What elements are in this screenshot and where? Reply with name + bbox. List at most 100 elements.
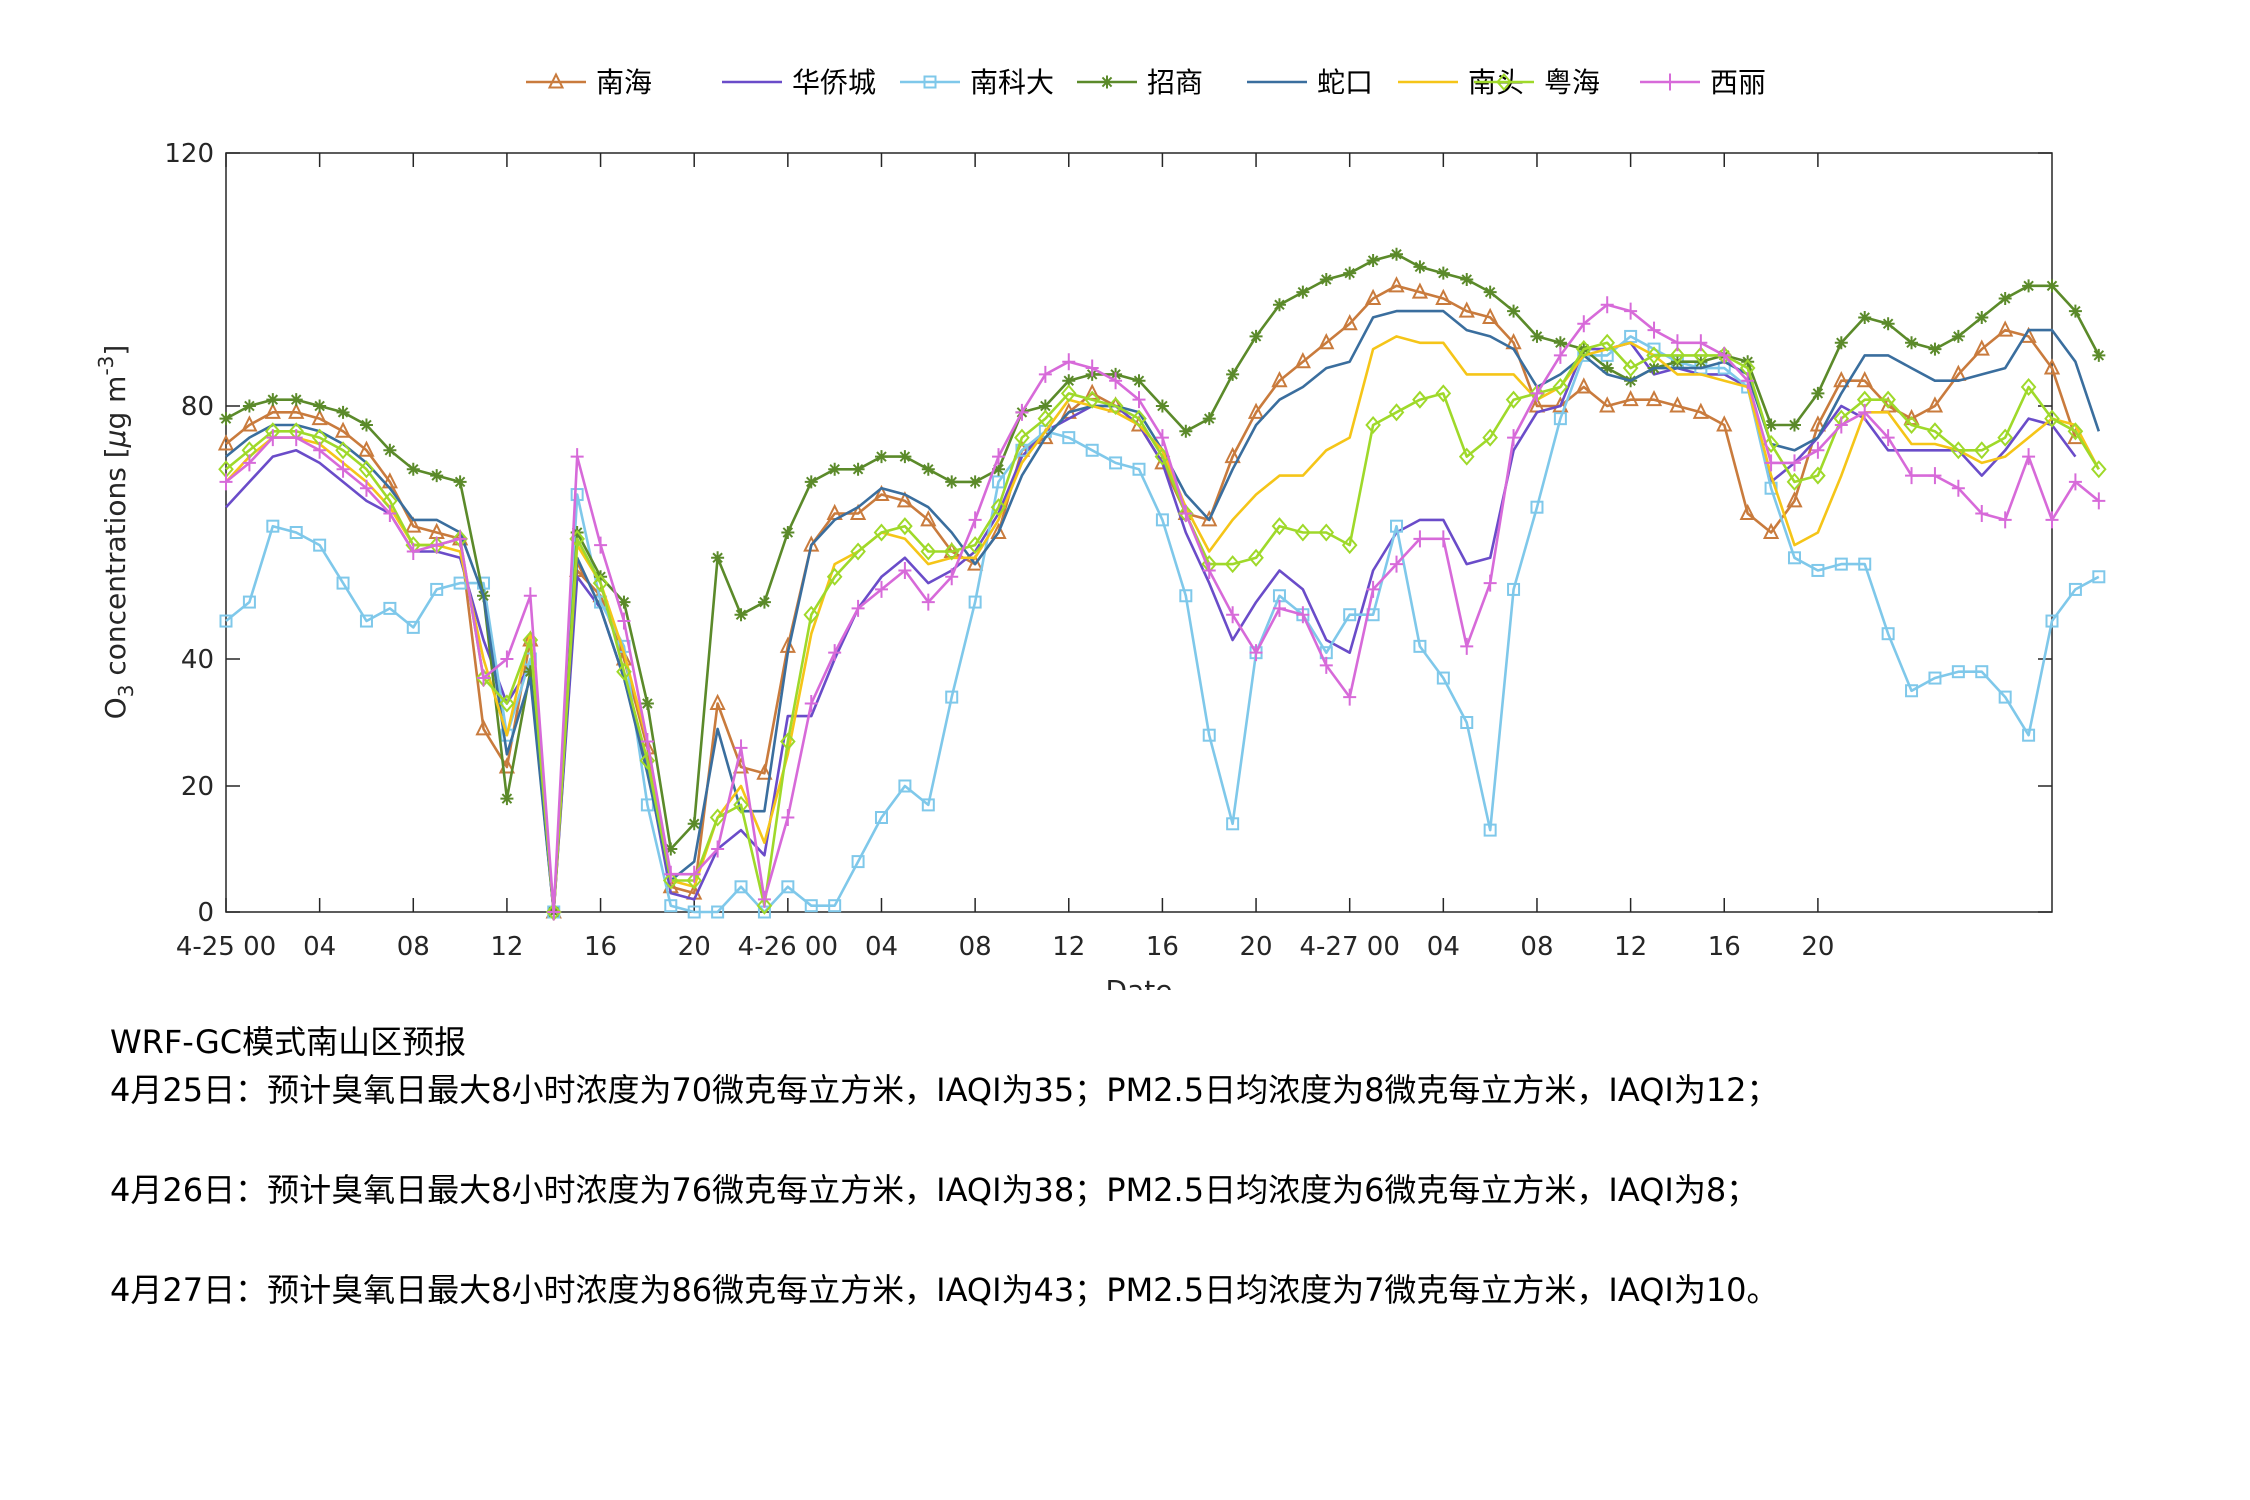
forecast-line-0427: 4月27日：预计臭氧日最大8小时浓度为86微克每立方米，IAQI为43；PM2.… [110,1271,1779,1309]
data-point [336,460,350,478]
data-point [1319,273,1333,286]
data-point [1249,329,1263,343]
data-point [1343,266,1357,280]
data-point [828,462,842,476]
data-point [1530,329,1544,343]
data-point [921,462,935,476]
data-point [1272,298,1286,312]
x-tick-label: 12 [490,932,523,962]
series-3 [219,247,2106,919]
forecast-line-0426: 4月26日：预计臭氧日最大8小时浓度为76微克每立方米，IAQI为38；PM2.… [110,1171,1759,1209]
data-point [453,475,467,489]
x-tick-label: 04 [303,932,336,962]
forecast-line-0425: 4月25日：预计臭氧日最大8小时浓度为70微克每立方米，IAQI为35；PM2.… [110,1071,1779,1109]
x-tick-label: 4-25 00 [176,932,276,962]
x-tick-label: 20 [1240,932,1273,962]
data-point [570,448,584,466]
data-point [219,412,233,426]
data-point [2092,570,2106,584]
data-point [2022,448,2036,466]
data-point [313,399,327,413]
data-point [383,443,397,457]
legend-label: 蛇口 [1317,66,1373,99]
y-tick-label: 120 [164,139,214,169]
x-tick-label: 04 [1427,932,1460,962]
y-tick-label: 20 [181,772,214,802]
data-point [1366,254,1380,268]
legend-label: 招商 [1147,66,1203,99]
data-point [968,475,982,489]
data-point [1483,285,1497,299]
legend-label: 粤海 [1544,66,1600,99]
legend-label: 西丽 [1710,66,1766,99]
x-tick-label: 08 [397,932,430,962]
data-point [1132,374,1146,388]
data-point [523,587,537,605]
legend-marker [1663,73,1677,91]
x-tick-label: 12 [1614,932,1647,962]
x-tick-label: 16 [1146,932,1179,962]
y-axis-title: O3 concentrations [μg m-3] [94,345,138,720]
x-tick-label: 16 [1708,932,1741,962]
data-point [500,650,514,668]
series-line [225,284,2077,914]
data-point [874,450,888,464]
forecast-text: WRF-GC模式南山区预报 4月25日：预计臭氧日最大8小时浓度为70微克每立方… [110,1018,2210,1314]
data-point [1483,574,1497,592]
data-point [640,696,654,710]
data-point [1600,296,1614,314]
x-axis: 4-25 00 04 08 12 16 20 4-26 00 04 08 12 16 20 4-27 0… [176,153,1834,962]
data-point [1647,321,1661,339]
data-point [1624,302,1638,320]
data-point [968,511,982,529]
data-point [2022,279,2036,293]
data-point [1296,285,1310,299]
data-point [711,551,725,565]
data-point [898,450,912,464]
data-point [2092,492,2106,510]
o3-line-chart: 南海 华侨城 南科大 招商 蛇口 南头 粤海 西丽 0204080120 4-25 00 04 0… [94,66,2107,990]
data-point [289,393,303,407]
data-point [1460,637,1474,655]
series-6 [218,333,2107,922]
data-point [1811,386,1825,400]
data-point [430,469,444,483]
y-axis: 0 20 40 80 120 [164,139,2052,928]
data-point [804,475,818,489]
series-layer [217,247,2107,922]
data-point [406,462,420,476]
data-point [1787,418,1801,432]
x-tick-label: 04 [865,932,898,962]
data-point [500,792,514,806]
data-point [1905,336,1919,350]
legend-item: 华侨城 [722,66,876,99]
legend-label: 南科大 [970,66,1054,99]
data-point [359,418,373,432]
x-tick-label: 4-26 00 [738,932,838,962]
data-point [1226,367,1240,381]
data-point [1928,342,1942,356]
plot-frame [225,152,2053,913]
x-tick-label: 08 [959,932,992,962]
series-line [225,252,2100,914]
data-point [594,536,608,554]
data-point [1998,511,2012,529]
legend-label: 南海 [596,66,652,99]
data-point [1413,260,1427,274]
data-point [1179,424,1193,438]
x-tick-label: 08 [1520,932,1553,962]
data-point [2045,279,2059,293]
data-point [1436,266,1450,280]
data-point [945,475,959,489]
data-point [242,399,256,413]
data-point [734,608,748,622]
chart-legend: 南海 华侨城 南科大 招商 蛇口 南头 粤海 西丽 [526,66,1766,99]
data-point [1928,467,1942,485]
legend-label: 华侨城 [792,66,876,99]
legend-item: 西丽 [1640,66,1766,99]
data-point [1881,317,1895,331]
data-point [2092,348,2106,362]
legend-marker [1100,75,1114,89]
x-tick-label: 20 [678,932,711,962]
data-point [313,441,327,459]
